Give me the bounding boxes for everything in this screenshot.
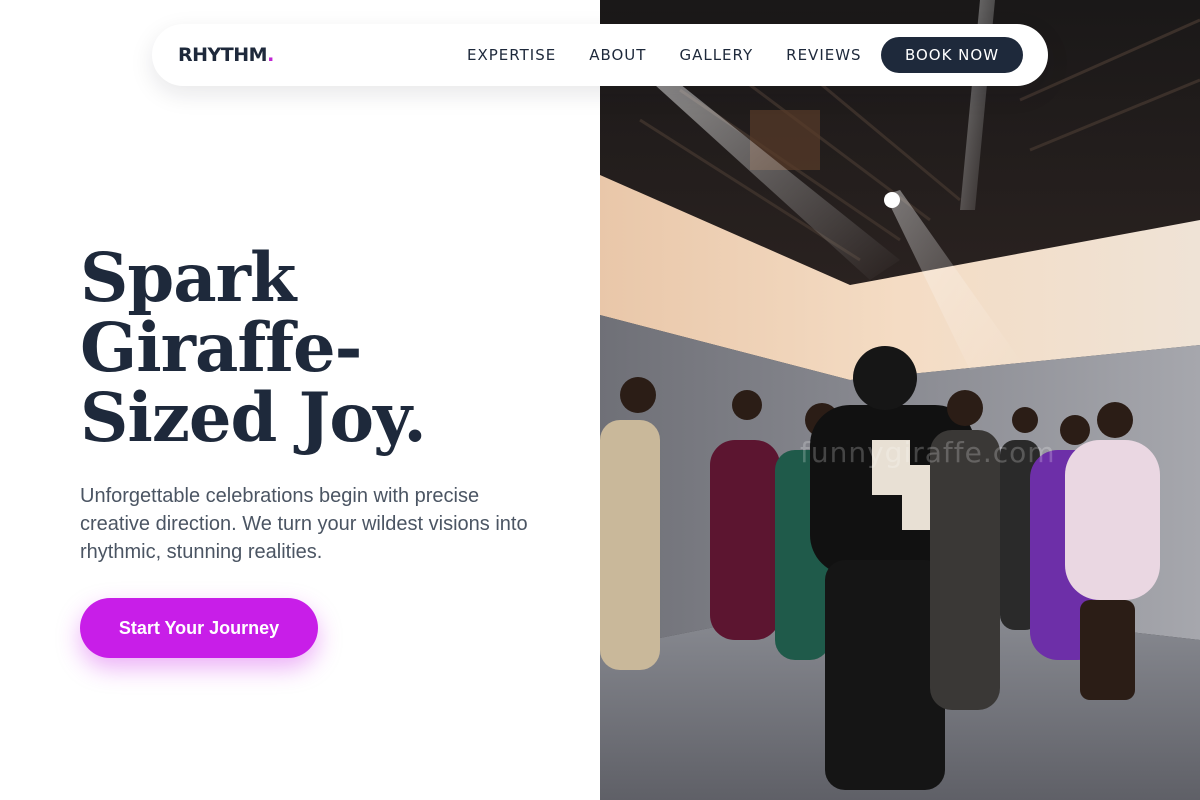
hero-title: Spark Giraffe- Sized Joy.: [80, 243, 580, 453]
hero-title-line: Giraffe-: [80, 308, 362, 387]
brand-name: RHYTHM: [178, 44, 268, 66]
nav-link-about[interactable]: ABOUT: [589, 46, 646, 64]
watermark-text: funnygiraffe.com: [800, 436, 1056, 469]
nav-link-gallery[interactable]: GALLERY: [679, 46, 753, 64]
start-journey-button[interactable]: Start Your Journey: [80, 598, 318, 658]
book-now-button[interactable]: BOOK NOW: [881, 37, 1023, 73]
hero-photo: funnygiraffe.com: [600, 0, 1200, 800]
brand-dot: .: [267, 44, 274, 66]
hero-subtitle: Unforgettable celebrations begin with pr…: [80, 485, 528, 563]
hero-title-line: Sized Joy.: [80, 378, 427, 457]
event-photo-illustration: [600, 0, 1200, 800]
nav-link-expertise[interactable]: EXPERTISE: [467, 46, 556, 64]
main-navigation: RHYTHM. EXPERTISE ABOUT GALLERY REVIEWS …: [152, 24, 1048, 86]
brand-logo[interactable]: RHYTHM.: [178, 44, 274, 66]
nav-links: EXPERTISE ABOUT GALLERY REVIEWS: [467, 24, 895, 86]
nav-link-reviews[interactable]: REVIEWS: [786, 46, 861, 64]
hero-title-line: Spark: [80, 238, 296, 317]
